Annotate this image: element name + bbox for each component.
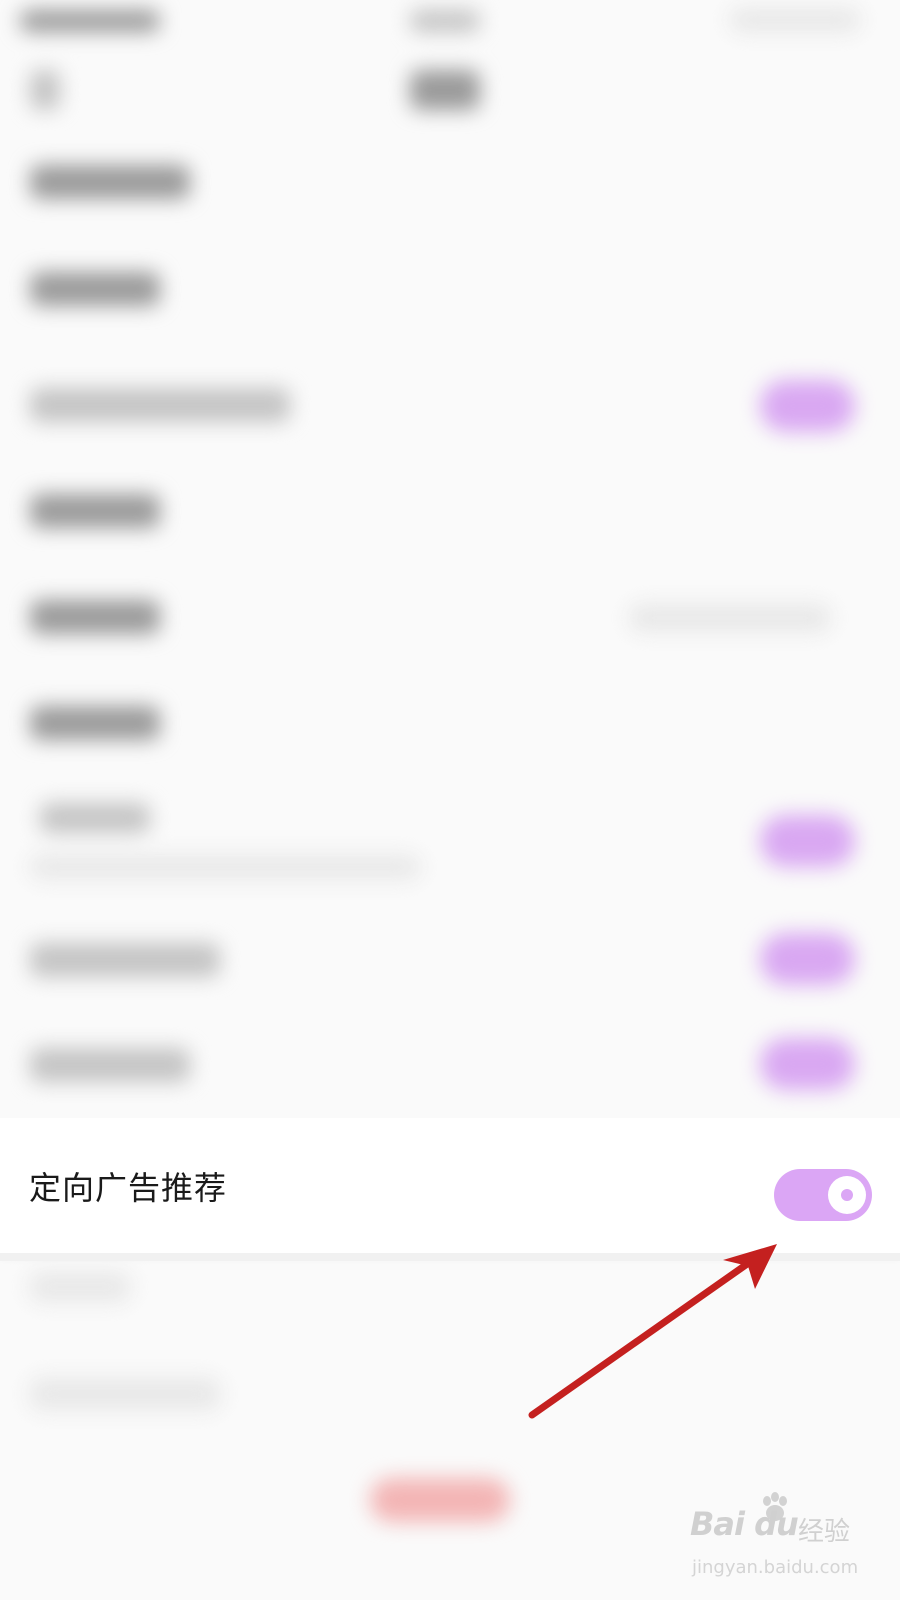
baidu-jingyan-watermark: Bai du 经验 jingyan.baidu.com [690,1492,860,1585]
watermark-url: jingyan.baidu.com [692,1557,859,1578]
toggle-knob-dot [841,1189,853,1201]
watermark-cn: 经验 [798,1517,851,1547]
section-divider [0,1253,900,1261]
blurred-settings-list [0,0,900,1600]
watermark-logo: Bai du [690,1505,799,1543]
settings-page: 定向广告推荐 Bai du 经验 jingyan.baidu.com [0,0,900,1600]
targeted-ad-recommendation-toggle[interactable] [774,1169,872,1221]
targeted-ad-recommendation-row: 定向广告推荐 [0,1118,900,1253]
toggle-knob [828,1176,866,1214]
targeted-ad-recommendation-label: 定向广告推荐 [29,1169,228,1207]
